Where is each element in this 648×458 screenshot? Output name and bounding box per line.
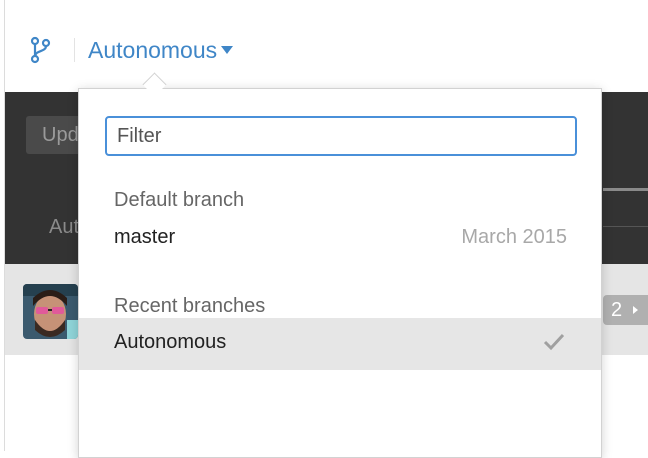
branch-name: master [114, 226, 176, 248]
checkmark-icon [543, 332, 565, 352]
branch-item-master[interactable]: master March 2015 [79, 213, 601, 263]
commit-count-badge[interactable]: 2 [603, 295, 648, 325]
git-branch-icon [30, 36, 52, 64]
toolbar-divider [74, 38, 75, 62]
chevron-right-icon [633, 306, 638, 314]
current-branch-label: Autonomous [88, 37, 218, 63]
commit-count: 2 [611, 299, 623, 321]
branch-name: Autonomous [114, 331, 227, 353]
branch-selector-button[interactable]: Autonomous [88, 34, 234, 66]
branch-item-autonomous[interactable]: Autonomous [79, 318, 601, 370]
branch-filter-input[interactable] [105, 116, 577, 156]
avatar [23, 284, 78, 339]
default-branch-heading: Default branch [114, 189, 245, 211]
branch-dropdown: Default branch master March 2015 Recent … [78, 88, 602, 458]
panel-divider-secondary [603, 226, 648, 227]
caret-down-icon [221, 45, 234, 54]
recent-branches-heading: Recent branches [114, 295, 266, 317]
branch-date: March 2015 [461, 226, 567, 248]
author-label: Aut [49, 216, 80, 238]
panel-divider [603, 188, 648, 191]
